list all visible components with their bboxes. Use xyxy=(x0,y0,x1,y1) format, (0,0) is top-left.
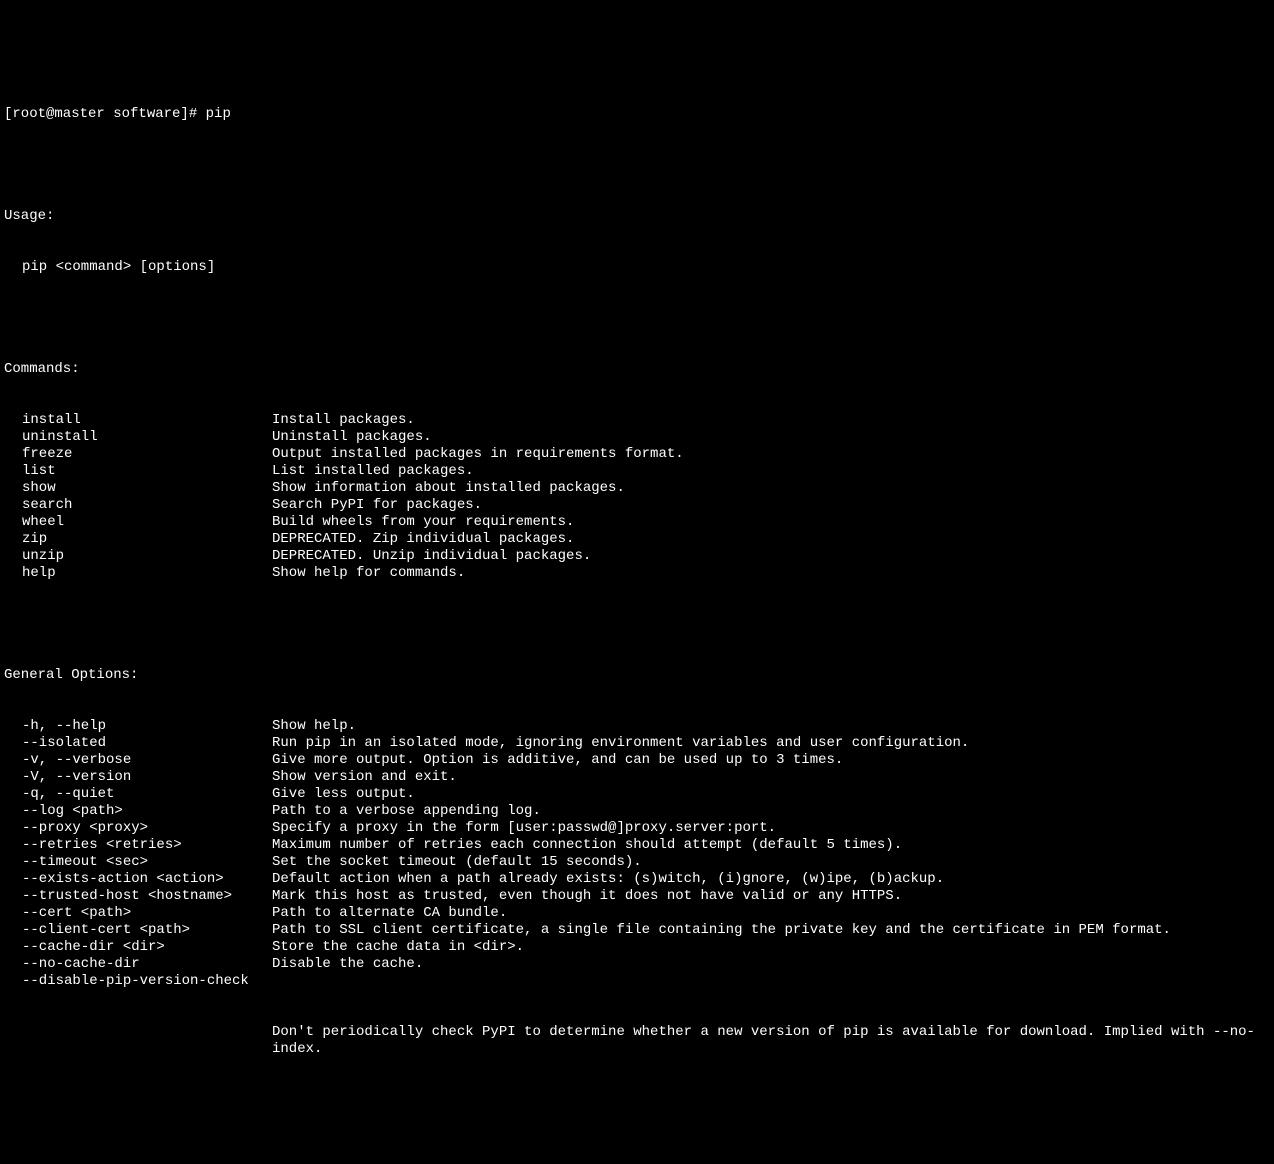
command-row: searchSearch PyPI for packages. xyxy=(4,497,1270,514)
option-name: -v, --verbose xyxy=(4,752,272,769)
usage-line: pip <command> [options] xyxy=(4,259,1270,276)
option-row: --trusted-host <hostname>Mark this host … xyxy=(4,888,1270,905)
option-desc: Show help. xyxy=(272,718,1270,735)
option-name: --proxy <proxy> xyxy=(4,820,272,837)
command-name: zip xyxy=(4,531,272,548)
options-list: -h, --helpShow help.--isolatedRun pip in… xyxy=(4,718,1270,990)
option-name: --isolated xyxy=(4,735,272,752)
commands-header: Commands: xyxy=(4,361,1270,378)
option-name: -V, --version xyxy=(4,769,272,786)
option-desc: Path to a verbose appending log. xyxy=(272,803,1270,820)
option-desc: Give more output. Option is additive, an… xyxy=(272,752,1270,769)
option-row: --proxy <proxy>Specify a proxy in the fo… xyxy=(4,820,1270,837)
commands-list: installInstall packages.uninstallUninsta… xyxy=(4,412,1270,582)
option-row: --cache-dir <dir>Store the cache data in… xyxy=(4,939,1270,956)
option-row: --disable-pip-version-check xyxy=(4,973,1270,990)
command-name: unzip xyxy=(4,548,272,565)
option-name: --trusted-host <hostname> xyxy=(4,888,272,905)
command-desc: Uninstall packages. xyxy=(272,429,1270,446)
option-row: -h, --helpShow help. xyxy=(4,718,1270,735)
command-name: list xyxy=(4,463,272,480)
typed-command: pip xyxy=(206,106,231,123)
option-desc: Show version and exit. xyxy=(272,769,1270,786)
command-row: freezeOutput installed packages in requi… xyxy=(4,446,1270,463)
command-name: search xyxy=(4,497,272,514)
command-row: zipDEPRECATED. Zip individual packages. xyxy=(4,531,1270,548)
shell-prompt: [root@master software]# xyxy=(4,106,206,123)
option-desc: Maximum number of retries each connectio… xyxy=(272,837,1270,854)
option-row: -V, --versionShow version and exit. xyxy=(4,769,1270,786)
option-name: --cert <path> xyxy=(4,905,272,922)
option-desc: Path to SSL client certificate, a single… xyxy=(272,922,1270,939)
option-row: --isolatedRun pip in an isolated mode, i… xyxy=(4,735,1270,752)
command-name: freeze xyxy=(4,446,272,463)
command-desc: DEPRECATED. Zip individual packages. xyxy=(272,531,1270,548)
command-row: showShow information about installed pac… xyxy=(4,480,1270,497)
command-desc: Build wheels from your requirements. xyxy=(272,514,1270,531)
option-desc: Mark this host as trusted, even though i… xyxy=(272,888,1270,905)
option-row: -q, --quietGive less output. xyxy=(4,786,1270,803)
command-row: listList installed packages. xyxy=(4,463,1270,480)
command-row: installInstall packages. xyxy=(4,412,1270,429)
option-row: --no-cache-dirDisable the cache. xyxy=(4,956,1270,973)
option-row: -v, --verboseGive more output. Option is… xyxy=(4,752,1270,769)
options-header: General Options: xyxy=(4,667,1270,684)
option-row: --cert <path>Path to alternate CA bundle… xyxy=(4,905,1270,922)
command-row: uninstallUninstall packages. xyxy=(4,429,1270,446)
command-name: install xyxy=(4,412,272,429)
command-desc: List installed packages. xyxy=(272,463,1270,480)
prompt-line: [root@master software]# pip xyxy=(4,106,1270,123)
usage-header: Usage: xyxy=(4,208,1270,225)
command-desc: Show information about installed package… xyxy=(272,480,1270,497)
command-name: show xyxy=(4,480,272,497)
command-desc: Show help for commands. xyxy=(272,565,1270,582)
command-desc: DEPRECATED. Unzip individual packages. xyxy=(272,548,1270,565)
option-desc: Give less output. xyxy=(272,786,1270,803)
command-name: help xyxy=(4,565,272,582)
option-row: --log <path>Path to a verbose appending … xyxy=(4,803,1270,820)
option-name: -h, --help xyxy=(4,718,272,735)
command-desc: Search PyPI for packages. xyxy=(272,497,1270,514)
option-name: --client-cert <path> xyxy=(4,922,272,939)
command-row: helpShow help for commands. xyxy=(4,565,1270,582)
command-name: uninstall xyxy=(4,429,272,446)
option-name: -q, --quiet xyxy=(4,786,272,803)
command-row: unzipDEPRECATED. Unzip individual packag… xyxy=(4,548,1270,565)
terminal-output[interactable]: [root@master software]# pip Usage: pip <… xyxy=(4,72,1270,1075)
option-desc xyxy=(272,973,1270,990)
option-name: --timeout <sec> xyxy=(4,854,272,871)
option-wrapped-desc: Don't periodically check PyPI to determi… xyxy=(4,1024,1270,1058)
command-desc: Install packages. xyxy=(272,412,1270,429)
option-name: --log <path> xyxy=(4,803,272,820)
option-desc: Path to alternate CA bundle. xyxy=(272,905,1270,922)
option-desc: Disable the cache. xyxy=(272,956,1270,973)
option-name: --no-cache-dir xyxy=(4,956,272,973)
command-desc: Output installed packages in requirement… xyxy=(272,446,1270,463)
command-row: wheelBuild wheels from your requirements… xyxy=(4,514,1270,531)
option-desc: Run pip in an isolated mode, ignoring en… xyxy=(272,735,1270,752)
option-desc: Default action when a path already exist… xyxy=(272,871,1270,888)
option-row: --exists-action <action>Default action w… xyxy=(4,871,1270,888)
option-desc: Store the cache data in <dir>. xyxy=(272,939,1270,956)
option-name: --retries <retries> xyxy=(4,837,272,854)
option-desc: Set the socket timeout (default 15 secon… xyxy=(272,854,1270,871)
option-name: --disable-pip-version-check xyxy=(4,973,272,990)
option-name: --exists-action <action> xyxy=(4,871,272,888)
option-row: --retries <retries>Maximum number of ret… xyxy=(4,837,1270,854)
option-row: --timeout <sec>Set the socket timeout (d… xyxy=(4,854,1270,871)
option-name: --cache-dir <dir> xyxy=(4,939,272,956)
option-row: --client-cert <path>Path to SSL client c… xyxy=(4,922,1270,939)
command-name: wheel xyxy=(4,514,272,531)
option-desc: Specify a proxy in the form [user:passwd… xyxy=(272,820,1270,837)
